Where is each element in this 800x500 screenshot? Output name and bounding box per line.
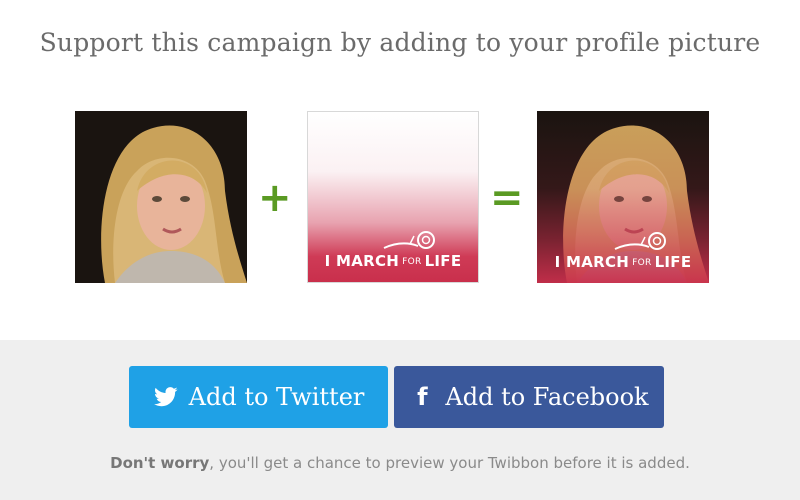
add-to-facebook-label: Add to Facebook [445,383,649,411]
twibbon-overlay: I MARCH FOR LIFE [307,111,479,283]
campaign-preview-section: Support this campaign by adding to your … [0,0,800,340]
facebook-f-icon: f [417,383,428,411]
twitter-bird-icon [153,384,179,410]
note-text: , you'll get a chance to preview your Tw… [209,454,690,472]
logo-text-for: FOR [632,257,652,268]
snail-logo-icon [383,231,435,249]
logo-text-life: LIFE [424,252,462,270]
plus-sign: + [258,175,292,221]
preview-note: Don't worry, you'll get a chance to prev… [0,454,800,472]
snail-logo-icon [614,232,666,250]
logo-text-life: LIFE [654,253,692,271]
logo-text-for: FOR [402,256,422,267]
original-profile-photo [75,111,247,283]
equals-sign: = [490,175,524,221]
add-to-facebook-button[interactable]: f Add to Facebook [394,366,664,428]
add-to-twitter-button[interactable]: Add to Twitter [129,366,388,428]
page-heading: Support this campaign by adding to your … [39,28,761,57]
result-profile-photo: I MARCH FOR LIFE [537,111,709,283]
logo-text-i-march: I MARCH [554,253,630,271]
add-to-twitter-label: Add to Twitter [188,383,365,411]
portrait-image [75,111,247,283]
march-for-life-logo: I MARCH FOR LIFE [308,252,478,270]
logo-text-i-march: I MARCH [324,252,400,270]
note-emphasis: Don't worry [110,454,210,472]
march-for-life-logo: I MARCH FOR LIFE [537,253,709,271]
